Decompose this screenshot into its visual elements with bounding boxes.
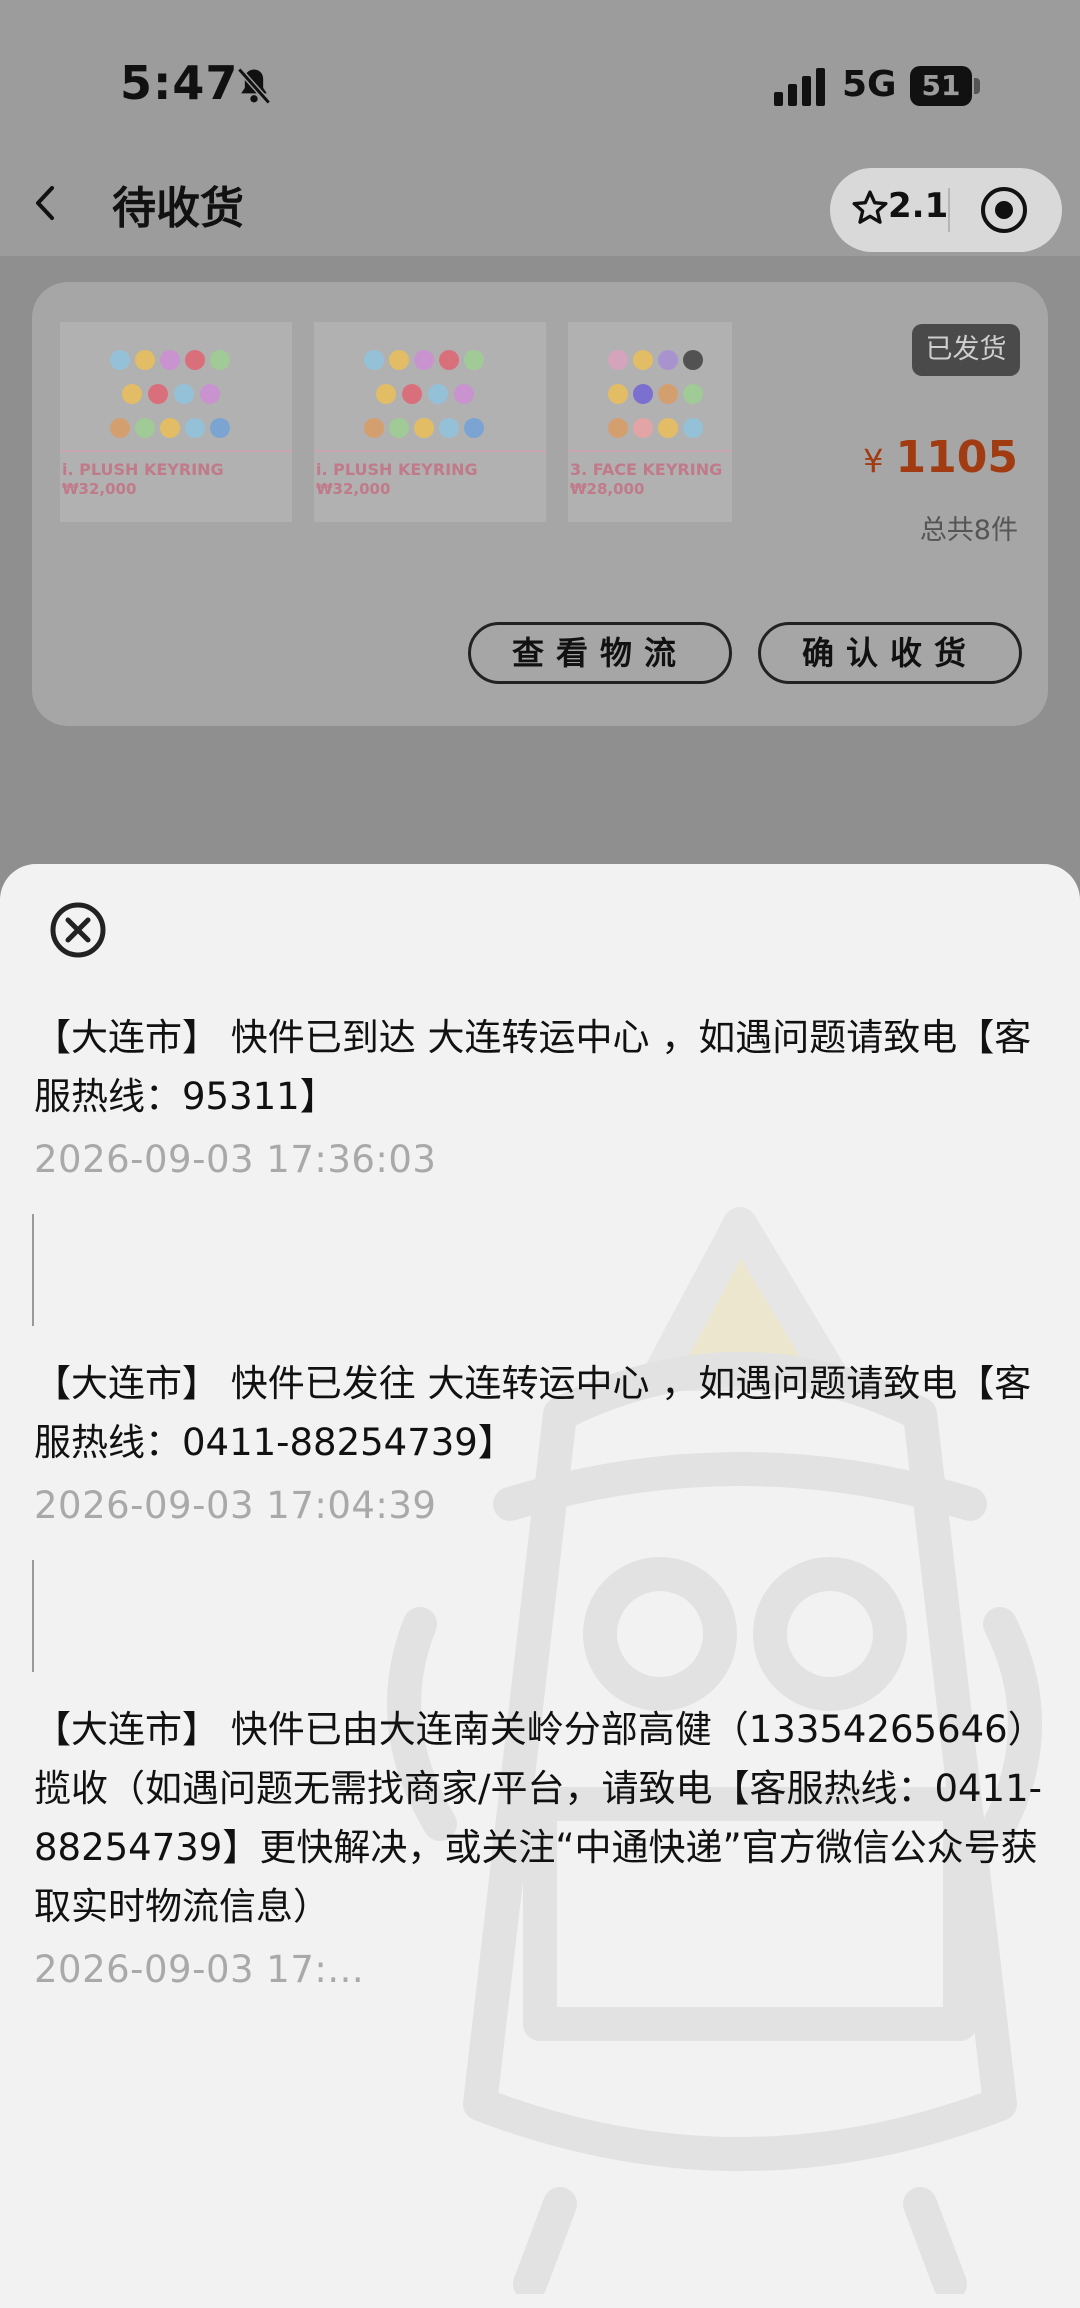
status-bar: 5:47 5G 51	[0, 0, 1080, 150]
logistics-message: 【大连市】 快件已到达 大连转运中心 ，如遇问题请致电【客服热线：95311】	[34, 1016, 1032, 1118]
logistics-entry: 【大连市】 快件已由大连南关岭分部高健（13354265646）揽收（如遇问题无…	[34, 1700, 1054, 1991]
back-arrow-icon[interactable]	[26, 178, 66, 228]
total-amount: 1105	[895, 432, 1018, 483]
product-thumbnail[interactable]: 3. FACE KEYRING ₩28,000	[568, 322, 732, 522]
product-divider	[314, 450, 546, 452]
order-card[interactable]: i. PLUSH KEYRING ₩32,000 i. PLUSH KEYRIN…	[32, 282, 1048, 726]
logistics-entry: 【大连市】 快件已发往 大连转运中心 ，如遇问题请致电【客服热线：0411-88…	[34, 1354, 1054, 1527]
product-divider	[60, 450, 292, 452]
page-title: 待收货	[112, 183, 244, 234]
logistics-sheet: 【大连市】 快件已到达 大连转运中心 ，如遇问题请致电【客服热线：95311】 …	[0, 864, 1080, 2308]
product-divider	[568, 450, 732, 452]
product-name: i. PLUSH KEYRING	[62, 460, 224, 479]
mini-program-capsule: 2.1	[830, 168, 1062, 252]
battery-tip	[974, 78, 980, 94]
nav-bar: 待收货 2.1	[0, 150, 1080, 256]
product-thumbnail[interactable]: i. PLUSH KEYRING ₩32,000	[314, 322, 546, 522]
keyring-dolls-image	[364, 350, 484, 438]
timeline-connector	[32, 1214, 34, 1326]
product-price: ₩28,000	[570, 480, 645, 498]
logistics-entry: 【大连市】 快件已到达 大连转运中心 ，如遇问题请致电【客服热线：95311】 …	[34, 1008, 1054, 1181]
bell-muted-icon	[237, 67, 271, 105]
status-badge: 已发货	[912, 324, 1020, 376]
battery-icon: 51	[910, 66, 972, 106]
logistics-time: 2026-09-03 17:...	[34, 1948, 365, 1991]
close-icon[interactable]	[48, 900, 108, 960]
view-logistics-button[interactable]: 查看物流	[468, 622, 732, 684]
capsule-divider	[948, 188, 950, 232]
close-mini-program-icon[interactable]	[978, 184, 1030, 236]
logistics-message: 【大连市】 快件已由大连南关岭分部高健（13354265646）揽收（如遇问题无…	[34, 1708, 1045, 1928]
product-name: i. PLUSH KEYRING	[316, 460, 478, 479]
network-type: 5G	[842, 64, 897, 105]
signal-icon	[774, 68, 825, 106]
product-price: ₩32,000	[62, 480, 137, 498]
timeline-connector	[32, 1560, 34, 1672]
order-total: ¥1105	[863, 432, 1018, 483]
rating-score[interactable]: 2.1	[888, 186, 948, 226]
logistics-message: 【大连市】 快件已发往 大连转运中心 ，如遇问题请致电【客服热线：0411-88…	[34, 1362, 1032, 1464]
item-count: 总共8件	[919, 515, 1018, 546]
product-thumbnail[interactable]: i. PLUSH KEYRING ₩32,000	[60, 322, 292, 522]
product-price: ₩32,000	[316, 480, 391, 498]
logistics-time: 2026-09-03 17:36:03	[34, 1138, 437, 1181]
keyring-dolls-image	[110, 350, 230, 438]
keyring-dolls-image	[608, 350, 703, 438]
logistics-time: 2026-09-03 17:04:39	[34, 1484, 437, 1527]
product-name: 3. FACE KEYRING	[570, 460, 723, 479]
star-icon[interactable]	[850, 188, 890, 228]
status-time: 5:47	[120, 56, 239, 110]
currency-symbol: ¥	[863, 442, 884, 480]
confirm-receipt-button[interactable]: 确认收货	[758, 622, 1022, 684]
